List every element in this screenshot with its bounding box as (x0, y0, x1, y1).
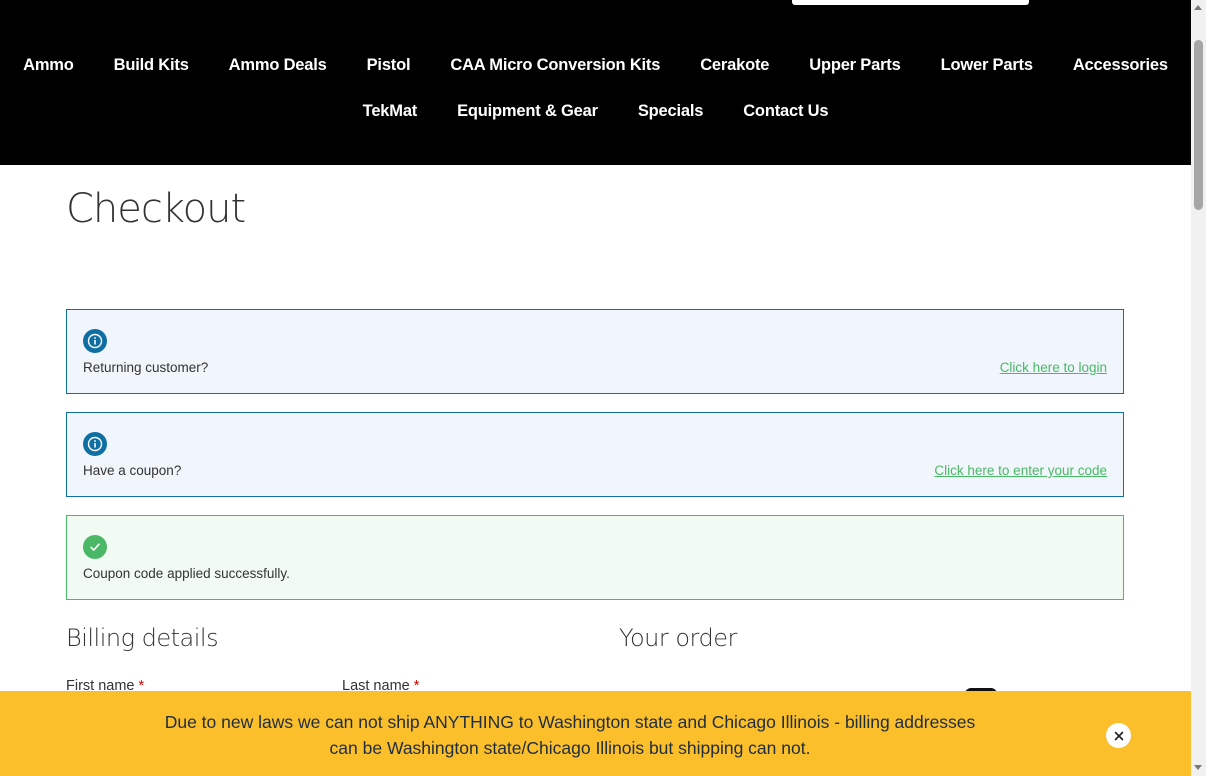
nav-item-contact-us[interactable]: Contact Us (743, 101, 828, 121)
nav-item-specials[interactable]: Specials (638, 101, 704, 121)
coupon-success-notice: Coupon code applied successfully. (66, 515, 1124, 600)
nav-item-ammo[interactable]: Ammo (23, 55, 74, 75)
check-icon (83, 535, 107, 559)
scroll-down-arrow-icon[interactable] (1194, 765, 1202, 770)
site-header: Ammo Build Kits Ammo Deals Pistol CAA Mi… (0, 0, 1191, 165)
coupon-notice: Have a coupon? Click here to enter your … (66, 412, 1124, 497)
info-icon (83, 329, 107, 353)
your-order-heading: Your order (619, 624, 737, 652)
coupon-text: Have a coupon? (83, 463, 182, 478)
nav-item-pistol[interactable]: Pistol (367, 55, 411, 75)
info-icon (83, 432, 107, 456)
page-title: Checkout (66, 186, 246, 232)
nav-item-build-kits[interactable]: Build Kits (114, 55, 189, 75)
search-input[interactable] (792, 0, 1029, 5)
scrollbar-thumb[interactable] (1194, 40, 1203, 210)
scroll-up-arrow-icon[interactable] (1194, 5, 1202, 10)
nav-item-lower-parts[interactable]: Lower Parts (941, 55, 1033, 75)
login-link[interactable]: Click here to login (1000, 360, 1107, 375)
enter-coupon-link[interactable]: Click here to enter your code (934, 463, 1107, 478)
nav-item-ammo-deals[interactable]: Ammo Deals (229, 55, 327, 75)
returning-customer-text: Returning customer? (83, 360, 209, 375)
vertical-scrollbar[interactable] (1191, 0, 1206, 776)
nav-item-upper-parts[interactable]: Upper Parts (809, 55, 901, 75)
coupon-success-text: Coupon code applied successfully. (83, 566, 290, 581)
nav-item-equipment-gear[interactable]: Equipment & Gear (457, 101, 598, 121)
main-nav-row-1: Ammo Build Kits Ammo Deals Pistol CAA Mi… (0, 55, 1191, 75)
main-nav-row-2: TekMat Equipment & Gear Specials Contact… (0, 101, 1191, 121)
close-icon[interactable] (1106, 723, 1131, 748)
nav-item-cerakote[interactable]: Cerakote (700, 55, 769, 75)
returning-customer-notice: Returning customer? Click here to login (66, 309, 1124, 394)
store-notice-banner: Due to new laws we can not ship ANYTHING… (0, 691, 1191, 776)
page-viewport: Ammo Build Kits Ammo Deals Pistol CAA Mi… (0, 0, 1191, 776)
nav-item-caa-micro-conversion-kits[interactable]: CAA Micro Conversion Kits (450, 55, 660, 75)
store-notice-message: Due to new laws we can not ship ANYTHING… (164, 712, 976, 758)
billing-details-heading: Billing details (66, 624, 219, 652)
nav-item-accessories[interactable]: Accessories (1073, 55, 1168, 75)
nav-item-tekmat[interactable]: TekMat (363, 101, 418, 121)
